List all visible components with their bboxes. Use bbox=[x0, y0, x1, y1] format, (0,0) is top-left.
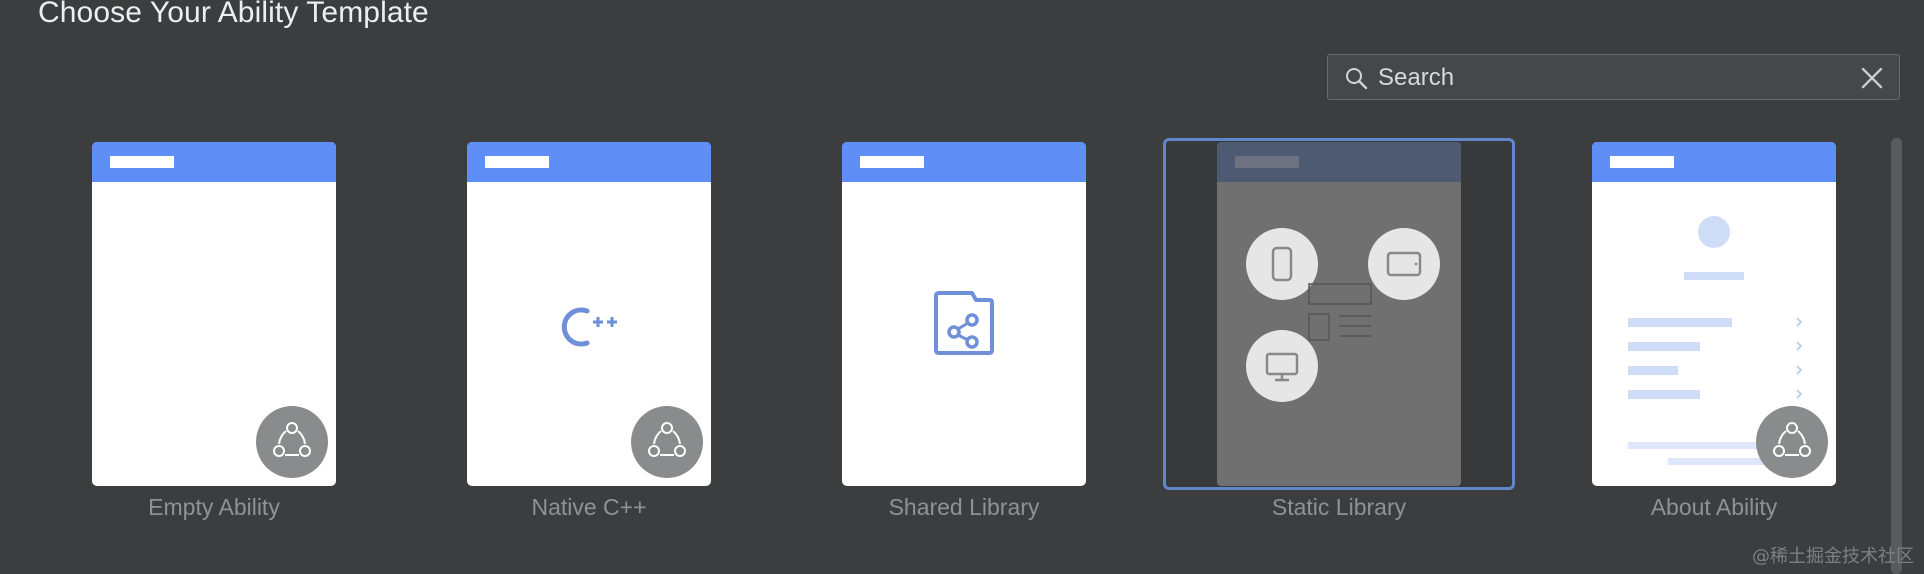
template-label[interactable]: Empty Ability bbox=[64, 494, 364, 521]
card-header-bar bbox=[842, 142, 1086, 182]
watermark: @稀土掘金技术社区 bbox=[1752, 546, 1914, 567]
list-line bbox=[1628, 318, 1732, 327]
chevron-right-icon bbox=[1796, 317, 1803, 399]
layout-placeholder-graphic bbox=[1308, 283, 1372, 341]
card-header-bar bbox=[467, 142, 711, 182]
harmony-badge-icon bbox=[256, 406, 328, 478]
avatar bbox=[1698, 216, 1730, 248]
template-label[interactable]: About Ability bbox=[1564, 494, 1864, 521]
template-label[interactable]: Static Library bbox=[1189, 494, 1489, 521]
search-input[interactable] bbox=[1376, 61, 1850, 95]
close-icon[interactable] bbox=[1861, 67, 1883, 89]
card-header-bar bbox=[1592, 142, 1836, 182]
card-header-bar bbox=[1217, 142, 1461, 182]
harmony-badge-icon bbox=[1756, 406, 1828, 478]
template-card-shared-library[interactable] bbox=[842, 142, 1086, 486]
list-line bbox=[1628, 342, 1700, 351]
search-box[interactable] bbox=[1327, 54, 1900, 100]
name-line bbox=[1684, 272, 1744, 280]
dialog-title: Choose Your Ability Template bbox=[38, 0, 429, 29]
header-pill bbox=[1610, 156, 1674, 168]
share-file-icon bbox=[934, 291, 994, 355]
template-label[interactable]: Shared Library bbox=[814, 494, 1114, 521]
tablet-icon bbox=[1368, 228, 1440, 300]
template-label[interactable]: Native C++ bbox=[439, 494, 739, 521]
template-card-static-library[interactable] bbox=[1217, 142, 1461, 486]
harmony-badge-icon bbox=[631, 406, 703, 478]
header-pill bbox=[485, 156, 549, 168]
list-line bbox=[1628, 390, 1700, 399]
header-pill bbox=[1235, 156, 1299, 168]
list-line bbox=[1628, 366, 1678, 375]
header-pill bbox=[110, 156, 174, 168]
cpp-icon bbox=[561, 307, 617, 347]
search-icon bbox=[1346, 68, 1368, 90]
card-header-bar bbox=[92, 142, 336, 182]
vertical-scrollbar[interactable] bbox=[1891, 138, 1902, 574]
header-pill bbox=[860, 156, 924, 168]
